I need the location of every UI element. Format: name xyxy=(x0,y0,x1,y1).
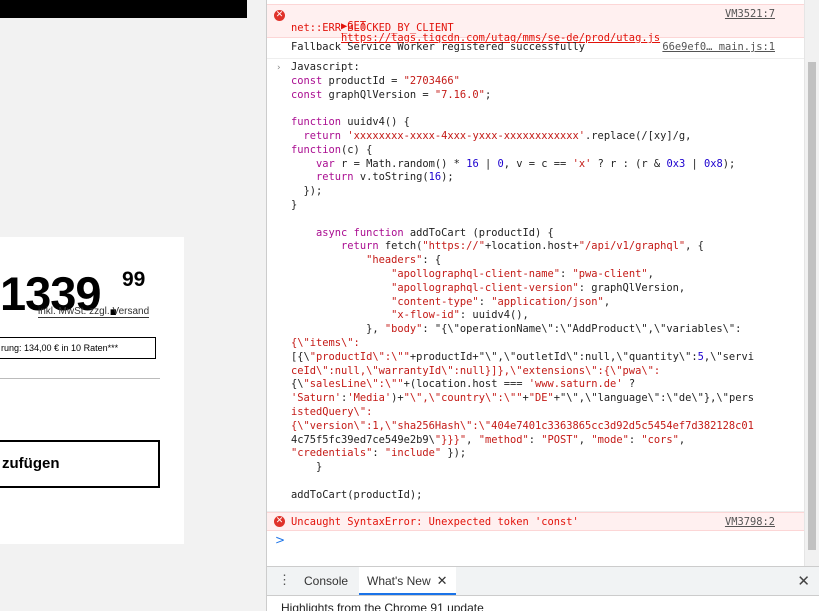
code-line: 'Saturn':'Media')+"\",\"country\":\""+"D… xyxy=(291,392,754,405)
source-link[interactable]: VM3798:2 xyxy=(725,516,775,528)
code-line: Javascript: xyxy=(291,61,360,73)
code-line: istedQuery\": xyxy=(291,405,373,418)
tab-console[interactable]: Console xyxy=(296,567,356,595)
tab-label: Console xyxy=(304,574,349,588)
code-line: const graphQlVersion = "7.16.0"; xyxy=(291,88,492,101)
code-line: [{\"productId\":\""+productId+"\",\"outl… xyxy=(291,350,754,363)
console-log-message: Fallback Service Worker registered succe… xyxy=(267,38,805,59)
console-input-echo: › Javascript: const productId = "2703466"… xyxy=(267,59,805,512)
code-line: "apollographql-client-name": "pwa-client… xyxy=(391,267,654,280)
error-icon: ✕ xyxy=(274,516,285,527)
close-drawer-icon[interactable]: ✕ xyxy=(797,572,810,590)
error-text: Uncaught SyntaxError: Unexpected token '… xyxy=(291,516,579,528)
code-line: function(c) { xyxy=(291,143,373,156)
code-line: var r = Math.random() * 16 | 0, v = c ==… xyxy=(316,157,736,170)
code-line: return fetch("https://"+location.host+"/… xyxy=(341,240,704,253)
code-line: {\"salesLine\":\""+(location.host === 'w… xyxy=(291,378,636,391)
console-prompt[interactable]: > xyxy=(275,533,285,547)
code-line: ceId\":null,\"warrantyId\":null}]},\"ext… xyxy=(291,364,661,377)
vat-shipping-link[interactable]: inkl. MwSt. zzgl. Versand xyxy=(38,306,150,318)
error-icon: ✕ xyxy=(274,10,285,21)
code-line: } xyxy=(291,461,323,474)
source-link[interactable]: VM3521:7 xyxy=(725,8,775,20)
code-line: "x-flow-id": uuidv4(), xyxy=(391,309,529,322)
error-detail: net::ERR_BLOCKED_BY_CLIENT xyxy=(291,22,454,34)
code-line: }); xyxy=(291,185,323,198)
code-line: 4c75f5fc39ed7ce549e2b9\"}}}", "method": … xyxy=(291,433,686,446)
log-text: Fallback Service Worker registered succe… xyxy=(291,41,586,53)
console-scrollbar[interactable] xyxy=(804,0,819,566)
add-to-cart-button[interactable]: zufügen xyxy=(0,440,160,488)
code-line: const productId = "2703466" xyxy=(291,74,460,87)
code-line: }, "body": "{\"operationName\":\"AddProd… xyxy=(291,323,742,336)
financing-box[interactable]: rung: 134,00 € in 10 Raten*** xyxy=(0,337,156,359)
source-link[interactable]: 66e9ef0… main.js:1 xyxy=(662,41,775,53)
code-line: "credentials": "include" }); xyxy=(291,447,467,460)
code-line: addToCart(productId); xyxy=(291,488,423,501)
whats-new-heading: Highlights from the Chrome 91 update xyxy=(281,601,484,611)
drawer-tab-bar: ⋮ Console What's New ✕ ✕ xyxy=(267,566,819,596)
product-page: 1339 . 99 inkl. MwSt. zzgl. Versand rung… xyxy=(0,0,266,611)
code-line: } xyxy=(291,198,298,211)
code-line: return v.toString(16); xyxy=(316,171,454,184)
code-line: async function addToCart (productId) { xyxy=(316,226,554,239)
tab-whats-new[interactable]: What's New ✕ xyxy=(359,567,456,595)
code-line: function uuidv4() { xyxy=(291,116,410,129)
tab-label: What's New xyxy=(367,574,431,588)
more-menu-icon[interactable]: ⋮ xyxy=(278,573,291,587)
console-error-message: ✕ Uncaught SyntaxError: Unexpected token… xyxy=(267,512,805,531)
whats-new-content: Highlights from the Chrome 91 update xyxy=(267,596,819,611)
code-line: {\"version\":1,\"sha256Hash\":\"404e7401… xyxy=(291,419,754,432)
divider xyxy=(0,378,160,379)
code-line: "apollographql-client-version": graphQlV… xyxy=(391,281,686,294)
site-header-bar xyxy=(0,0,247,18)
code-text: Javascript: const productId = "2703466" co… xyxy=(291,61,754,503)
code-line: "content-type": "application/json", xyxy=(391,295,611,308)
code-line: return 'xxxxxxxx-xxxx-4xxx-yxxx-xxxxxxxx… xyxy=(303,129,692,142)
close-tab-icon[interactable]: ✕ xyxy=(437,573,448,588)
price-dot: . xyxy=(108,282,119,324)
scrollbar-thumb[interactable] xyxy=(808,62,816,550)
console-output[interactable]: ✕ ▶GET https://tags.tiqcdn.com/utag/mms/… xyxy=(267,0,805,566)
code-line: {\"items\": xyxy=(291,336,360,349)
console-error-message: ✕ ▶GET https://tags.tiqcdn.com/utag/mms/… xyxy=(267,4,805,44)
expand-arrow-icon[interactable]: › xyxy=(276,63,281,73)
price-cents: 99 xyxy=(122,268,146,291)
devtools-panel: ✕ ▶GET https://tags.tiqcdn.com/utag/mms/… xyxy=(266,0,819,611)
code-line: "headers": { xyxy=(366,254,442,267)
